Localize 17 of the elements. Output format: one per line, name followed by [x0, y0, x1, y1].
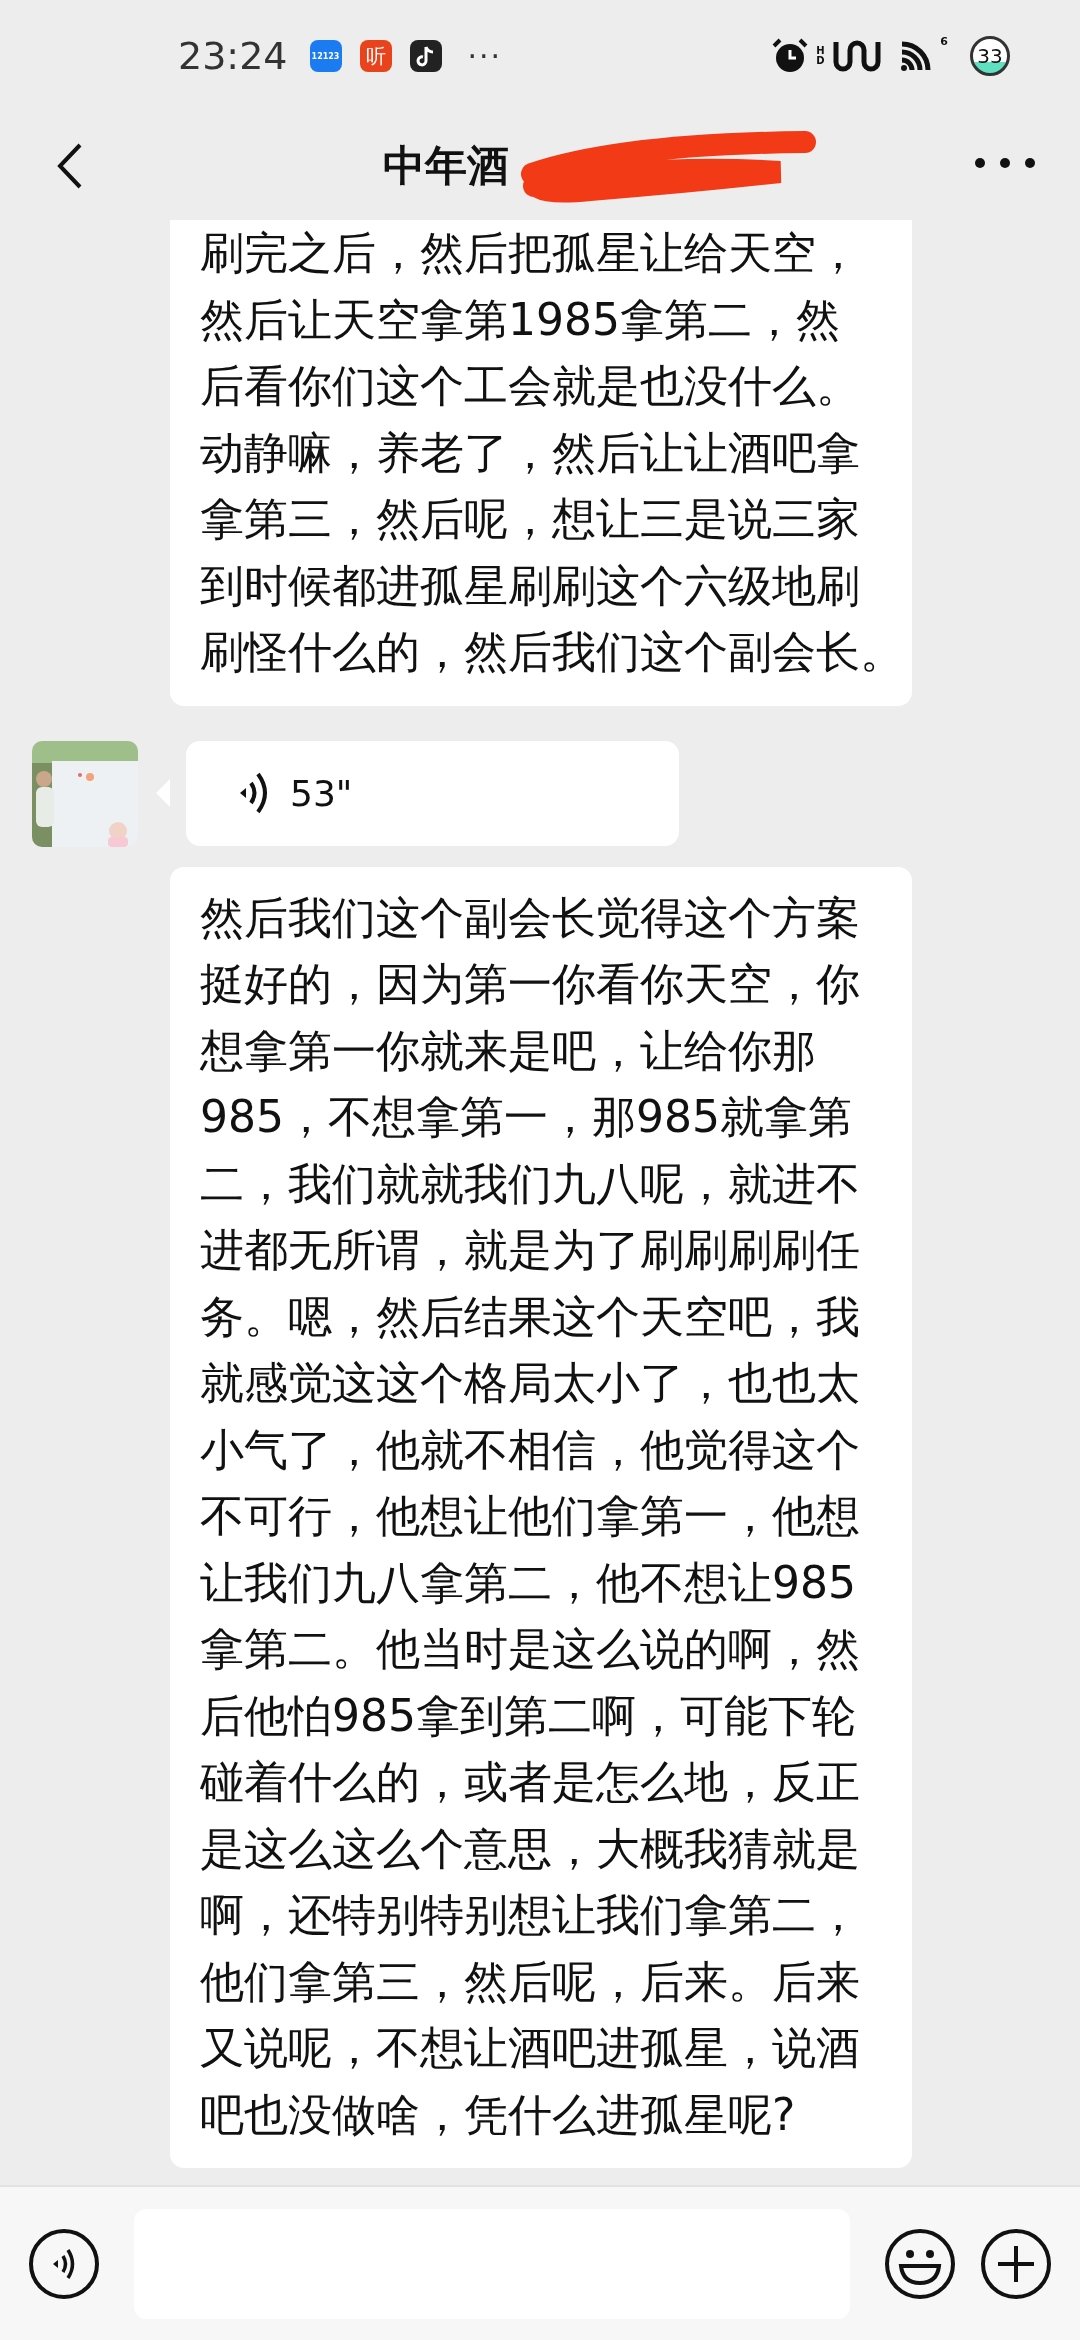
add-icon[interactable] — [980, 2227, 1052, 2300]
app-notification-icon: 12123 — [309, 40, 342, 72]
hd-label: HD — [816, 46, 826, 66]
battery-level: 33 — [970, 36, 1010, 76]
voice-icon — [238, 770, 270, 816]
wifi-label: 6 — [940, 34, 948, 48]
message-text: 然后我们这个副会长觉得这个方案 挺好的，因为第一你看你天空，你 想拿第一你就来是吧，让给你那 985，不想拿第一，那985就拿第 二，我们就就我们九八呢，就进不 进都无所谓，就是为了刷刷刷刷任 务。嗯，然后结果这个天空吧，我 就感觉这这个格局太小了，也也太 小气了，他就不相信，他觉得这个 不可行，他想让他们拿第一，他想 让我们九八拿第二，他不想让985 拿第二。他当时是这么说的啊，然 后他怕985拿到第二啊，可能下轮 碰着什么的，或者是怎么地，反正 是这么这么个意思，大概我猜就是 啊，还特别特别想让我们拿第二， 他们拿第三，然后呢，后来。后来 又说呢，不想让酒吧进孤星，说酒 吧也没做啥，凭什么进孤星呢? — [170, 866, 912, 2168]
emoji-icon[interactable] — [884, 2227, 956, 2300]
message-text: 刷完之后，然后把孤星让给天空， 然后让天空拿第1985拿第二，然 后看你们这个工会就是也没什么。 动静嘛，养老了，然后让让酒吧拿 拿第三，然后呢，想让三是说三家 到时候都进孤星刷刷这个六级地刷 刷怪什么的，然后我们这个副会长。 — [170, 220, 912, 706]
app-notification-icon: 听 — [359, 40, 392, 72]
voice-duration: 53" — [290, 772, 353, 814]
voice-input-icon[interactable] — [28, 2227, 100, 2300]
chat-title: 中年酒 — [383, 140, 509, 192]
music-note-icon — [409, 40, 442, 72]
more-notifications: ··· — [467, 38, 503, 74]
voice-message[interactable]: 53" — [186, 740, 679, 846]
status-time: 23:24 — [178, 34, 288, 78]
